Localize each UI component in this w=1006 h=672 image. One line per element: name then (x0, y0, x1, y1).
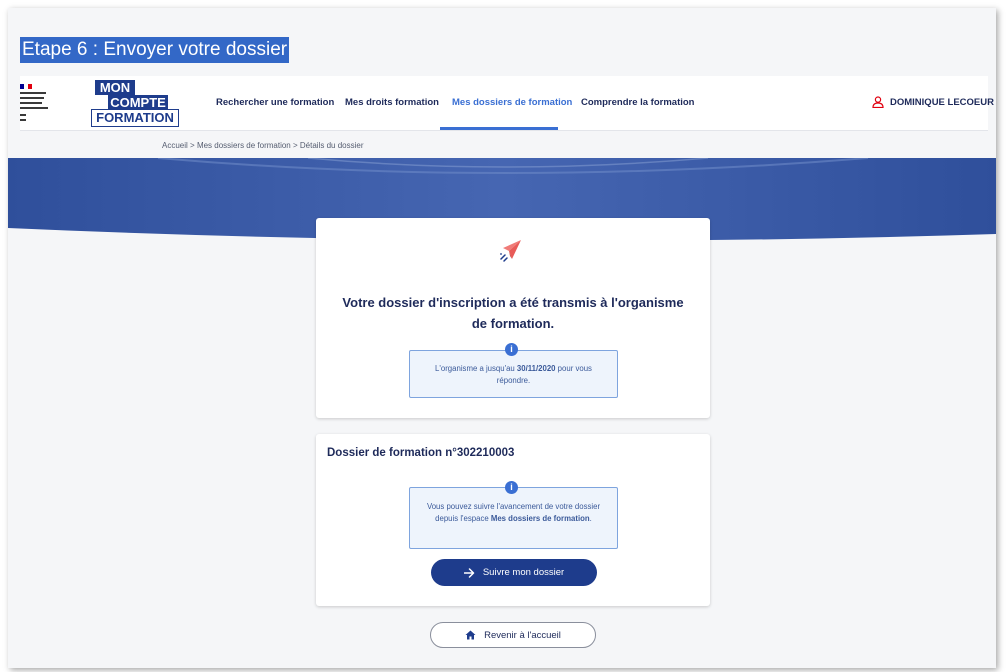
nav-comprendre-formation[interactable]: Comprendre la formation (581, 97, 695, 108)
dossier-info-box: Vous pouvez suivre l'avancement de votre… (409, 487, 618, 549)
user-icon (872, 96, 884, 108)
revenir-accueil-button[interactable]: Revenir à l'accueil (430, 622, 596, 648)
info-icon: i (505, 343, 518, 356)
nav-mes-droits-formation[interactable]: Mes droits formation (345, 97, 439, 108)
revenir-accueil-label: Revenir à l'accueil (484, 629, 561, 641)
breadcrumb-separator: > (190, 141, 195, 150)
dossier-info-text: Vous pouvez suivre l'avancement de votre… (418, 501, 609, 525)
deadline-info-box: L'organisme a jusqu'au 30/11/2020 pour v… (409, 350, 618, 398)
logo-line-3: FORMATION (91, 109, 179, 127)
ministry-name-line (20, 92, 46, 94)
breadcrumb: Accueil > Mes dossiers de formation > Dé… (162, 141, 364, 150)
ministry-motto-line (20, 119, 26, 121)
ministry-name-line (20, 107, 48, 109)
confirmation-headline: Votre dossier d'inscription a été transm… (342, 295, 684, 331)
dossier-info-after: . (589, 514, 592, 523)
french-flag-icon (20, 84, 32, 89)
step-title: Etape 6 : Envoyer votre dossier (20, 37, 290, 63)
info-icon: i (505, 481, 518, 494)
ministry-name-line (20, 97, 44, 99)
dossier-info-link[interactable]: Mes dossiers de formation (491, 514, 590, 523)
breadcrumb-current: Détails du dossier (299, 141, 364, 150)
arrow-right-icon (463, 567, 475, 578)
breadcrumb-separator: > (293, 141, 298, 150)
logo-line-2: COMPTE (108, 95, 168, 110)
suivre-dossier-button[interactable]: Suivre mon dossier (431, 559, 597, 586)
mon-compte-formation-logo[interactable]: MON COMPTE FORMATION (90, 80, 180, 128)
user-name: DOMINIQUE LECOEUR (890, 96, 994, 108)
deadline-text-before: L'organisme a jusqu'au (435, 364, 517, 373)
logo-line-1: MON (95, 80, 135, 95)
deadline-info-text: L'organisme a jusqu'au 30/11/2020 pour v… (418, 363, 609, 387)
dossier-title: Dossier de formation n°302210003 (327, 447, 515, 459)
deadline-date: 30/11/2020 (516, 364, 556, 373)
ministry-logo[interactable] (20, 84, 72, 124)
suivre-dossier-label: Suivre mon dossier (482, 567, 565, 578)
nav-mes-dossiers-formation[interactable]: Mes dossiers de formation (452, 97, 572, 108)
ministry-name-line (20, 102, 42, 104)
breadcrumb-mes-dossiers[interactable]: Mes dossiers de formation (197, 141, 291, 150)
home-icon (465, 630, 476, 640)
active-nav-indicator (440, 127, 558, 130)
ministry-motto-line (20, 114, 26, 116)
user-menu[interactable]: DOMINIQUE LECOEUR (872, 96, 994, 108)
nav-rechercher-formation[interactable]: Rechercher une formation (216, 97, 334, 108)
breadcrumb-home[interactable]: Accueil (162, 141, 188, 150)
paper-plane-icon (500, 240, 521, 262)
